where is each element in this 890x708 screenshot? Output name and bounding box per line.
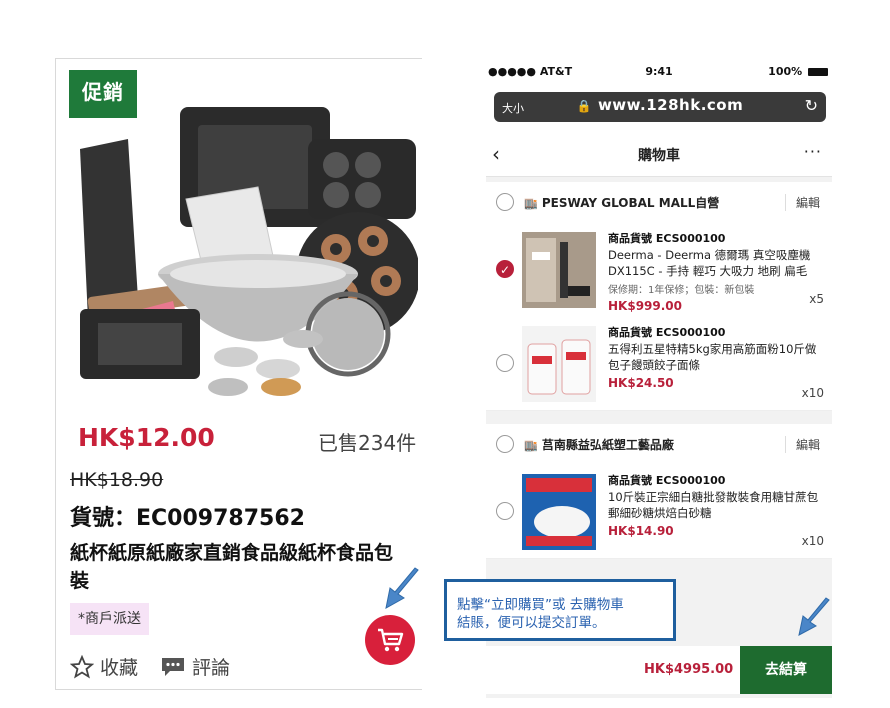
cart-item[interactable]: 商品貨號 ECS000100 五得利五星特精5kg家用高筋面粉10斤做包子饅頭餃… <box>486 316 832 411</box>
edit-button[interactable]: 編輯 <box>784 436 820 453</box>
comment-label: 評論 <box>192 657 231 679</box>
item-quantity[interactable]: x10 <box>802 386 824 400</box>
item-description[interactable]: 10斤裝正宗細白糖批發散裝食用糖甘蔗包郵細砂糖烘焙白砂糖 <box>608 489 824 521</box>
more-button[interactable]: ··· <box>804 142 822 161</box>
item-quantity[interactable]: x10 <box>802 534 824 548</box>
item-description[interactable]: Deerma - Deerma 德爾瑪 真空吸塵機 DX115C - 手持 輕巧… <box>608 247 824 279</box>
item-select-checkbox[interactable]: ✓ <box>496 260 514 278</box>
item-info: 商品貨號 ECS000100 五得利五星特精5kg家用高筋面粉10斤做包子饅頭餃… <box>608 324 824 390</box>
checkout-bar: HK$4995.00 去結算 <box>486 646 832 694</box>
cart-item[interactable]: ✓ 商品貨號 ECS000100 Deerma - Deerma 德爾瑪 真空吸… <box>486 222 832 317</box>
item-thumbnail <box>522 232 596 308</box>
product-price: HK$12.00 <box>78 423 215 452</box>
product-actions: 收藏 評論 <box>70 653 230 680</box>
pointer-arrow-icon <box>798 597 830 636</box>
pointer-arrow-icon <box>385 567 419 609</box>
star-icon <box>70 654 94 678</box>
favorite-label: 收藏 <box>100 657 139 679</box>
comment-icon <box>162 657 185 676</box>
cart-total: HK$4995.00 <box>644 662 734 677</box>
callout-line-1: 點擊“立即購買”或 去購物車 <box>457 597 624 613</box>
item-quantity[interactable]: x5 <box>809 292 824 306</box>
status-bar: ●●●●● AT&T 9:41 100% <box>486 58 832 86</box>
cart-header: ‹ 購物車 ··· <box>486 132 832 177</box>
store-select-radio[interactable] <box>496 435 514 453</box>
page-title: 購物車 <box>638 148 680 164</box>
store-select-radio[interactable] <box>496 193 514 211</box>
promo-tag: 促銷 <box>69 70 137 118</box>
favorite-button[interactable]: 收藏 <box>70 653 138 680</box>
address-bar[interactable]: 大小 🔒 www.128hk.com ↻ <box>494 92 826 122</box>
item-code: 商品貨號 ECS000100 <box>608 474 726 487</box>
product-image[interactable] <box>68 69 418 431</box>
product-card[interactable]: 促銷 HK$12.00 已售234件 HK$18.90 貨號：EC0097875… <box>55 58 422 690</box>
callout-line-2: 結賬，便可以提交訂單。 <box>457 615 606 631</box>
lock-icon: 🔒 <box>576 99 593 113</box>
cart-icon <box>378 628 404 652</box>
store-header: 🏬 莒南縣益弘紙塑工藝品廠 編輯 <box>486 424 832 465</box>
product-sku: 貨號：EC009787562 <box>70 506 305 531</box>
item-select-checkbox[interactable] <box>496 354 514 372</box>
item-price: HK$14.90 <box>608 524 674 538</box>
store-name-label: 莒南縣益弘紙塑工藝品廠 <box>541 438 674 452</box>
original-price: HK$18.90 <box>70 469 164 491</box>
item-code: 商品貨號 ECS000100 <box>608 232 726 245</box>
store-header: 🏬 PESWAY GLOBAL MALL自營 編輯 <box>486 182 832 223</box>
merchant-delivery-tag: *商戶派送 <box>70 603 149 635</box>
browser-bar: 大小 🔒 www.128hk.com ↻ <box>486 86 832 132</box>
add-to-cart-button[interactable] <box>365 615 415 665</box>
item-info: 商品貨號 ECS000100 10斤裝正宗細白糖批發散裝食用糖甘蔗包郵細砂糖烘焙… <box>608 472 824 538</box>
battery-percent: 100% <box>768 65 803 78</box>
product-name[interactable]: 紙杯紙原紙廠家直銷食品級紙杯食品包裝 <box>70 539 410 595</box>
battery-indicator: 100% <box>768 65 828 78</box>
battery-icon <box>808 68 828 76</box>
comment-button[interactable]: 評論 <box>160 653 230 680</box>
item-price: HK$24.50 <box>608 376 674 390</box>
url-field[interactable]: 🔒 www.128hk.com <box>494 96 826 114</box>
url-text: www.128hk.com <box>597 96 744 114</box>
item-thumbnail <box>522 326 596 402</box>
item-code: 商品貨號 ECS000100 <box>608 326 726 339</box>
item-description[interactable]: 五得利五星特精5kg家用高筋面粉10斤做包子饅頭餃子面條 <box>608 341 824 373</box>
store-name[interactable]: 🏬 莒南縣益弘紙塑工藝品廠 <box>524 436 674 453</box>
store-name[interactable]: 🏬 PESWAY GLOBAL MALL自營 <box>524 194 719 211</box>
shop-icon: 🏬 <box>524 439 538 452</box>
store-name-label: PESWAY GLOBAL MALL自營 <box>541 196 720 210</box>
edit-button[interactable]: 編輯 <box>784 194 820 211</box>
checkout-button[interactable]: 去結算 <box>740 646 832 694</box>
reload-icon[interactable]: ↻ <box>805 96 818 115</box>
item-info: 商品貨號 ECS000100 Deerma - Deerma 德爾瑪 真空吸塵機… <box>608 230 824 313</box>
item-warranty: 保修期：1年保修；包裝：新包裝 <box>608 285 755 296</box>
item-select-checkbox[interactable] <box>496 502 514 520</box>
item-thumbnail <box>522 474 596 550</box>
shop-icon: 🏬 <box>524 197 538 210</box>
sold-count: 已售234件 <box>318 431 417 455</box>
instruction-callout: 點擊“立即購買”或 去購物車 結賬，便可以提交訂單。 <box>444 579 676 641</box>
item-price: HK$999.00 <box>608 299 682 313</box>
cart-item[interactable]: 商品貨號 ECS000100 10斤裝正宗細白糖批發散裝食用糖甘蔗包郵細砂糖烘焙… <box>486 464 832 559</box>
